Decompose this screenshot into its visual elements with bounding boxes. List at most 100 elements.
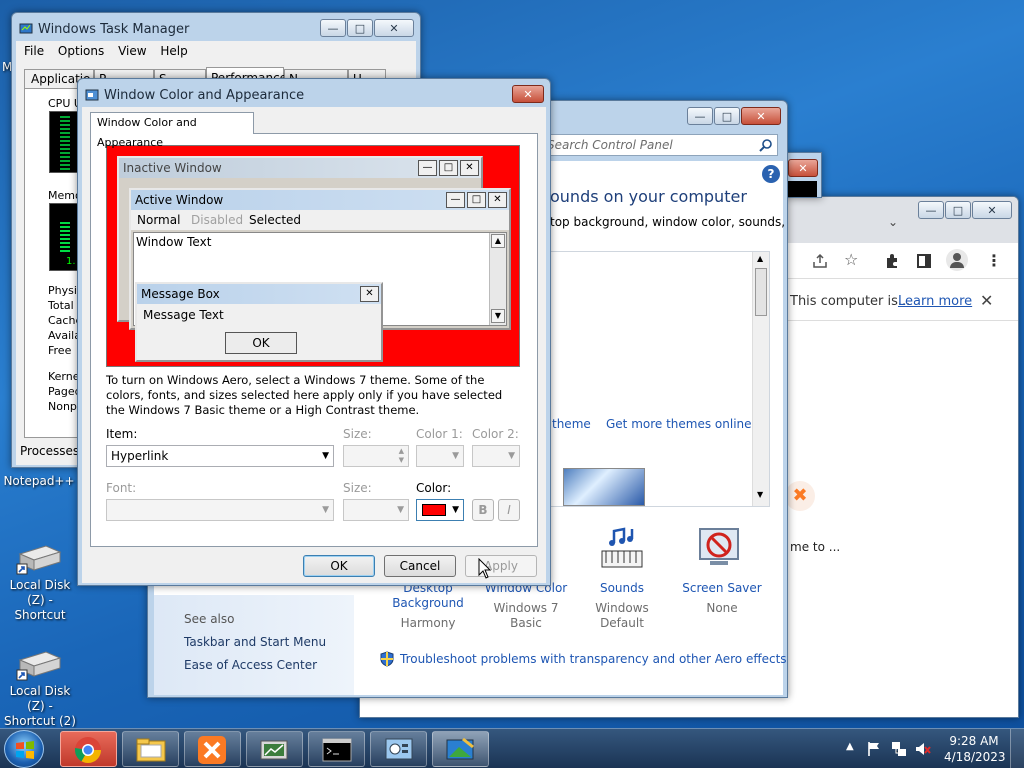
minimize-button[interactable]: — <box>918 201 944 219</box>
color1-label: Color 1: <box>416 427 463 441</box>
font-select[interactable]: ▼ <box>106 499 334 521</box>
side-panel-icon[interactable] <box>917 254 931 268</box>
start-button[interactable] <box>4 730 44 768</box>
chevron-down-icon: ▼ <box>322 451 329 461</box>
italic-button[interactable]: I <box>498 499 520 521</box>
desktop-background-item[interactable]: Desktop Background Harmony <box>378 581 478 631</box>
volume-muted-icon[interactable] <box>914 740 932 758</box>
sounds-icon[interactable] <box>598 525 646 573</box>
taskbar-cmd[interactable] <box>308 731 365 767</box>
minimize-button[interactable]: — <box>687 107 713 125</box>
desktop-background-value: Harmony <box>400 616 456 630</box>
troubleshoot-link[interactable]: Troubleshoot problems with transparency … <box>400 652 787 666</box>
ok-button[interactable]: OK <box>303 555 375 577</box>
control-panel-search-placeholder: Search Control Panel <box>547 138 673 152</box>
maximize-button[interactable]: □ <box>347 19 373 37</box>
taskbar-chrome[interactable] <box>60 731 117 767</box>
themes-list: ▼ ▲ <box>546 251 770 507</box>
apply-button[interactable]: Apply <box>465 555 537 577</box>
tray-clock[interactable]: 9:28 AM 4/18/2023 <box>944 733 1006 765</box>
menu-view[interactable]: View <box>118 44 146 58</box>
share-icon[interactable] <box>812 253 828 269</box>
sounds-label: Sounds <box>599 581 645 595</box>
size-stepper[interactable]: ▲ ▼ <box>343 445 409 467</box>
close-button[interactable]: ✕ <box>374 19 414 37</box>
desktop-icon-local-disk-shortcut-2[interactable]: Local Disk (Z) - Shortcut (2) <box>0 648 80 728</box>
taskbar-control-panel[interactable] <box>370 731 427 767</box>
dialog-icon <box>85 89 99 101</box>
dialog-close-button[interactable]: ✕ <box>512 85 544 103</box>
learn-more-link[interactable]: Learn more <box>898 294 972 309</box>
sounds-value: Windows Default <box>595 601 649 630</box>
menu-options[interactable]: Options <box>58 44 104 58</box>
chrome-menu-icon[interactable]: ⋮ <box>986 251 1002 270</box>
chevron-down-icon: ▼ <box>452 451 459 461</box>
desktop-icon-local-disk-shortcut[interactable]: Local Disk (Z) - Shortcut <box>0 542 80 622</box>
bold-button[interactable]: B <box>472 499 494 521</box>
theme-thumbnail[interactable] <box>563 468 645 506</box>
task-manager-caption-buttons: — □ ✕ <box>319 19 414 37</box>
tray-show-hidden-icon[interactable]: ▲ <box>846 741 854 752</box>
item-label: Item: <box>106 427 138 441</box>
bookmark-star-icon[interactable]: ☆ <box>844 250 858 269</box>
appearance-preview[interactable]: Inactive Window — □ ✕ Active Window — □ … <box>106 145 520 367</box>
task-manager-menubar: File Options View Help <box>16 41 416 61</box>
preview-scrollbar: ▲ ▼ <box>489 233 506 325</box>
close-button[interactable]: ✕ <box>741 107 781 125</box>
preview-menu-disabled: Disabled <box>191 213 244 227</box>
control-panel-icon <box>385 738 413 760</box>
tab-search-icon[interactable]: ⌄ <box>888 215 898 229</box>
maximize-button[interactable]: □ <box>714 107 740 125</box>
get-more-themes-link[interactable]: Get more themes online <box>606 417 752 431</box>
profile-avatar-icon[interactable] <box>946 249 968 271</box>
maximize-button[interactable]: □ <box>945 201 971 219</box>
taskbar-personalization[interactable] <box>432 731 489 767</box>
screen-saver-icon[interactable] <box>696 525 742 571</box>
control-panel-subheading: top background, window color, sounds, <box>550 215 786 229</box>
desktop-icon-notepadpp-label[interactable]: Notepad++ <box>0 474 78 489</box>
action-center-flag-icon[interactable] <box>866 741 882 757</box>
font-size-select[interactable]: ▼ <box>343 499 409 521</box>
network-tray-icon[interactable] <box>890 740 908 758</box>
color1-picker[interactable]: ▼ <box>416 445 464 467</box>
minimize-button[interactable]: — <box>320 19 346 37</box>
cancel-button[interactable]: Cancel <box>384 555 456 577</box>
sidebar-link-ease-of-access[interactable]: Ease of Access Center <box>184 658 317 672</box>
search-icon[interactable] <box>759 138 773 152</box>
screen-saver-label: Screen Saver <box>682 581 762 595</box>
close-button[interactable]: ✕ <box>972 201 1012 219</box>
preview-menu-selected: Selected <box>249 213 302 227</box>
chrome-icon <box>74 737 102 764</box>
taskbar-xampp[interactable] <box>184 731 241 767</box>
info-bar-close-icon[interactable]: ✕ <box>980 291 993 310</box>
close-button[interactable]: ✕ <box>788 159 818 177</box>
preview-minimize-icon: — <box>446 192 465 208</box>
preview-minimize-icon: — <box>418 160 437 176</box>
item-select[interactable]: Hyperlink ▼ <box>106 445 334 467</box>
menu-help[interactable]: Help <box>160 44 187 58</box>
screen-saver-item[interactable]: Screen Saver None <box>672 581 772 616</box>
taskbar: ▲ 9:28 AM 4/18/2023 <box>0 728 1024 768</box>
preview-close-icon: ✕ <box>460 160 479 176</box>
help-icon[interactable]: ? <box>762 165 780 183</box>
window-color-item[interactable]: Window Color Windows 7 Basic <box>476 581 576 631</box>
taskbar-network-app[interactable] <box>246 731 303 767</box>
color-picker[interactable]: ▼ <box>416 499 464 521</box>
show-desktop-button[interactable] <box>1010 729 1024 768</box>
memory-graph: 1. <box>49 203 79 271</box>
menu-file[interactable]: File <box>24 44 44 58</box>
theme-link[interactable]: theme <box>552 417 591 431</box>
chevron-down-icon: ▼ <box>322 505 329 515</box>
sidebar-link-taskbar[interactable]: Taskbar and Start Menu <box>184 635 326 649</box>
sounds-item[interactable]: Sounds Windows Default <box>572 581 672 631</box>
cmd-icon <box>322 738 352 762</box>
themes-scrollbar[interactable]: ▼ ▲ <box>752 252 769 506</box>
taskbar-explorer[interactable] <box>122 731 179 767</box>
extensions-icon[interactable] <box>884 253 900 269</box>
color2-picker[interactable]: ▼ <box>472 445 520 467</box>
control-panel-search-box[interactable]: Search Control Panel <box>546 134 778 156</box>
preview-message-box-title: Message Box <box>137 284 381 304</box>
tab-window-color-appearance[interactable]: Window Color and Appearance <box>90 112 254 149</box>
preview-menu-normal: Normal <box>137 213 181 227</box>
memory-readout: 1. <box>66 256 76 267</box>
